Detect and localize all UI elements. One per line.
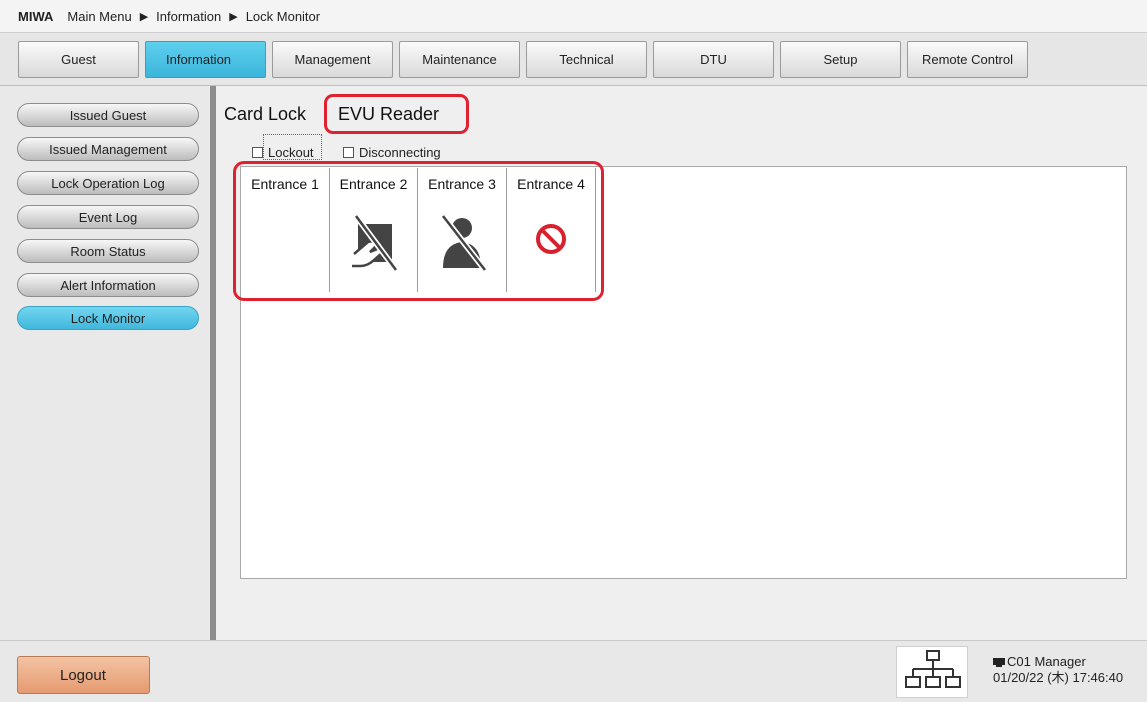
menu-tab-technical[interactable]: Technical xyxy=(526,41,647,78)
menu-tab-dtu[interactable]: DTU xyxy=(653,41,774,78)
terminal-user: C01 Manager xyxy=(1007,654,1086,669)
menu-tab-setup[interactable]: Setup xyxy=(780,41,901,78)
checkbox-icon[interactable] xyxy=(343,146,354,158)
sidebar-item-alert-information[interactable]: Alert Information xyxy=(17,273,199,297)
main-menu-bar: Guest Information Management Maintenance… xyxy=(0,32,1147,86)
sidebar xyxy=(0,86,210,640)
disconnecting-checkbox[interactable]: Disconnecting xyxy=(343,144,441,160)
sidebar-item-lock-operation-log[interactable]: Lock Operation Log xyxy=(17,171,199,195)
brand-logo: MIWA xyxy=(18,8,54,24)
breadcrumb-separator-icon: ▶ xyxy=(229,10,238,23)
evu-reader-highlight xyxy=(324,94,469,134)
menu-tab-information[interactable]: Information xyxy=(145,41,266,78)
computer-icon xyxy=(993,657,1005,667)
menu-tab-remote-control[interactable]: Remote Control xyxy=(907,41,1028,78)
status-info: C01 Manager 01/20/22 (木) 17:46:40 xyxy=(993,654,1123,686)
menu-tab-management[interactable]: Management xyxy=(272,41,393,78)
breadcrumb-item-main-menu[interactable]: Main Menu xyxy=(67,9,131,24)
entrances-highlight xyxy=(233,161,604,301)
lockout-checkbox[interactable]: Lockout xyxy=(252,144,314,160)
breadcrumb-item-information[interactable]: Information xyxy=(156,9,221,24)
sidebar-item-room-status[interactable]: Room Status xyxy=(17,239,199,263)
sidebar-item-lock-monitor[interactable]: Lock Monitor xyxy=(17,306,199,330)
footer-bar xyxy=(0,640,1147,702)
checkbox-icon[interactable] xyxy=(252,146,263,158)
breadcrumb-separator-icon: ▶ xyxy=(139,10,149,23)
sidebar-item-issued-management[interactable]: Issued Management xyxy=(17,137,199,161)
lockout-label: Lockout xyxy=(268,144,314,160)
sidebar-item-event-log[interactable]: Event Log xyxy=(17,205,199,229)
menu-tab-maintenance[interactable]: Maintenance xyxy=(399,41,520,78)
sidebar-item-issued-guest[interactable]: Issued Guest xyxy=(17,103,199,127)
datetime: 01/20/22 (木) 17:46:40 xyxy=(993,670,1124,685)
tab-card-lock[interactable]: Card Lock xyxy=(224,100,306,128)
breadcrumb-item-lock-monitor: Lock Monitor xyxy=(245,8,321,24)
network-status-icon xyxy=(896,646,968,698)
menu-tab-guest[interactable]: Guest xyxy=(18,41,139,78)
breadcrumb: MIWA Main Menu ▶ Information ▶ Lock Moni… xyxy=(0,0,1147,32)
disconnecting-label: Disconnecting xyxy=(359,144,441,160)
logout-button[interactable]: Logout xyxy=(17,656,150,694)
